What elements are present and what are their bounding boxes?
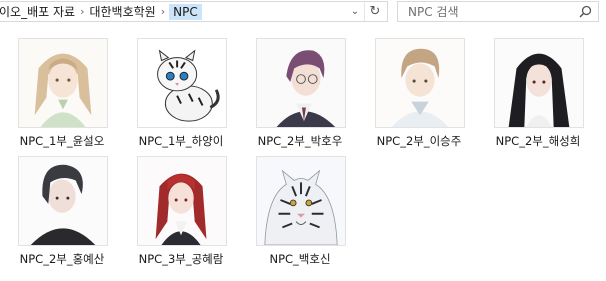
address-bar[interactable]: 이오_배포 자료 › 대한백호학원 › NPC ⌄ ↻ [0, 1, 388, 22]
breadcrumb-item-npc[interactable]: NPC [169, 3, 202, 20]
file-item[interactable]: NPC_백호신 [238, 148, 348, 266]
file-item[interactable]: NPC_2부_해성희 [476, 30, 586, 148]
chevron-right-icon[interactable]: › [157, 5, 169, 18]
blonde-character-thumbnail[interactable] [18, 38, 108, 128]
search-input[interactable] [398, 4, 578, 19]
file-item[interactable]: NPC_1부_윤설오 [0, 30, 110, 148]
red-hair-character-thumbnail[interactable] [137, 156, 227, 246]
dark-hair-character-thumbnail[interactable] [18, 156, 108, 246]
file-item[interactable]: NPC_1부_하양이 [119, 30, 229, 148]
purple-hair-glasses-character-thumbnail[interactable] [256, 38, 346, 128]
black-long-hair-character-thumbnail[interactable] [494, 38, 584, 128]
search-icon[interactable] [579, 5, 592, 18]
chevron-down-icon[interactable]: ⌄ [347, 2, 363, 21]
file-item[interactable]: NPC_2부_이승주 [357, 30, 467, 148]
file-name-label[interactable]: NPC_백호신 [240, 251, 360, 267]
refresh-icon[interactable]: ↻ [364, 2, 385, 21]
file-item[interactable]: NPC_2부_박호우 [238, 30, 348, 148]
file-grid: NPC_1부_윤설오 NPC_1부_하양이 NPC_2부_박호우 NPC_2부_… [0, 30, 606, 281]
top-bar: 이오_배포 자료 › 대한백호학원 › NPC ⌄ ↻ [0, 0, 606, 25]
white-tiger-cub-thumbnail[interactable] [137, 38, 227, 128]
search-box[interactable] [397, 1, 599, 22]
file-name-label[interactable]: NPC_3부_공혜람 [121, 251, 241, 267]
file-name-label[interactable]: NPC_2부_홍예산 [2, 251, 122, 267]
file-name-label[interactable]: NPC_2부_해성희 [478, 133, 598, 149]
white-tiger-thumbnail[interactable] [256, 156, 346, 246]
file-name-label[interactable]: NPC_1부_윤설오 [2, 133, 122, 149]
breadcrumb-item-distribution[interactable]: 이오_배포 자료 [0, 3, 76, 20]
chevron-right-icon[interactable]: › [76, 5, 88, 18]
file-name-label[interactable]: NPC_2부_이승주 [359, 133, 479, 149]
file-item[interactable]: NPC_2부_홍예산 [0, 148, 110, 266]
light-brown-hair-character-thumbnail[interactable] [375, 38, 465, 128]
file-item[interactable]: NPC_3부_공혜람 [119, 148, 229, 266]
breadcrumb-item-academy[interactable]: 대한백호학원 [88, 3, 156, 20]
file-name-label[interactable]: NPC_2부_박호우 [240, 133, 360, 149]
file-name-label[interactable]: NPC_1부_하양이 [121, 133, 241, 149]
